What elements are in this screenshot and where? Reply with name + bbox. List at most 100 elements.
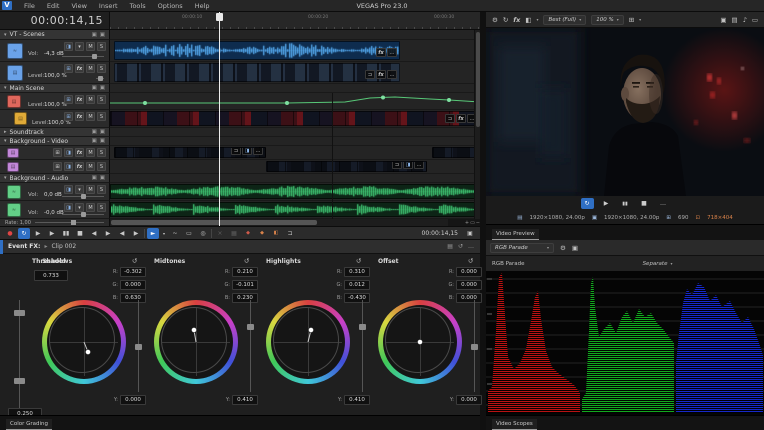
track-header-bg-audio-1[interactable]: ≈ Vol: 0,0 dB ◨ ▾ M S <box>0 183 110 201</box>
auto-ripple-button[interactable]: ▦ <box>228 228 240 239</box>
mute-button[interactable]: M <box>86 162 95 171</box>
copy-snapshot-icon[interactable]: ▣ <box>720 16 726 24</box>
color-wheel[interactable] <box>378 300 462 384</box>
lane-main-video[interactable]: ⊐fx… <box>110 110 480 128</box>
menu-item[interactable]: Options <box>152 2 189 10</box>
video-event-bg2[interactable]: ⊐◨… <box>266 161 427 172</box>
preview-quality-select[interactable]: Best (Full)▾ <box>543 15 586 25</box>
menu-item[interactable]: Tools <box>124 2 152 10</box>
group-icon-a[interactable]: ▣ <box>92 85 97 91</box>
timeline-horizontal-scrollbar[interactable] <box>110 219 448 226</box>
compositing-icon[interactable]: ◨ <box>64 148 73 157</box>
group-icon-b[interactable]: ▣ <box>100 175 105 181</box>
event-link-icon[interactable]: ◨ <box>403 161 413 169</box>
group-icon-a[interactable]: ▣ <box>92 129 97 135</box>
audio-icon[interactable]: ♪ <box>743 16 747 24</box>
lane-group-vt[interactable] <box>110 30 480 40</box>
pause-button[interactable]: ▮▮ <box>60 228 72 239</box>
track-fx-button[interactable]: fx <box>75 95 84 104</box>
edit-tool-dropdown[interactable]: ▾ <box>161 228 167 239</box>
collapse-icon[interactable]: ▾ <box>4 85 7 91</box>
event-trim-icon[interactable]: ⊐ <box>365 70 375 79</box>
preview-loop-icon[interactable]: ↻ <box>503 16 508 24</box>
audio-event-vt[interactable]: fx… <box>114 41 400 60</box>
preview-stop-button[interactable]: ■ <box>638 198 651 209</box>
scope-mode-select[interactable]: Separate▾ <box>643 261 673 267</box>
marker-orange-button[interactable]: ◆ <box>256 228 268 239</box>
delete-button[interactable]: × <box>214 228 226 239</box>
red-value[interactable]: 0.210 <box>232 267 258 277</box>
scope-layout-icon[interactable]: ▣ <box>572 244 578 252</box>
collapse-icon[interactable]: ▾ <box>4 138 7 144</box>
separator[interactable] <box>144 229 145 238</box>
mute-button[interactable]: M <box>86 95 95 104</box>
mute-button[interactable]: M <box>86 112 95 121</box>
compositing-icon[interactable]: ◨ <box>64 162 73 171</box>
track-group-vt-scenes[interactable]: ▾ VT - Scenes ▣▣ <box>0 30 110 40</box>
collapse-icon[interactable]: ▸ <box>4 129 7 135</box>
event-more-icon[interactable]: … <box>253 147 263 155</box>
zoom-in-icon[interactable]: + <box>465 220 469 226</box>
preview-loop-button[interactable]: ↻ <box>581 198 594 209</box>
mute-button[interactable]: M <box>86 64 95 73</box>
tab-video-scopes[interactable]: Video Scopes <box>492 419 537 430</box>
solo-button[interactable]: S <box>97 95 106 104</box>
preview-pause-button[interactable]: ▮▮ <box>619 198 632 209</box>
track-group-bg-audio[interactable]: ▾ Background - Audio ▣▣ <box>0 174 110 183</box>
solo-button[interactable]: S <box>97 112 106 121</box>
audio-event-bg1[interactable] <box>110 184 480 199</box>
lane-group-soundtrack[interactable] <box>110 128 480 137</box>
event-trim-icon[interactable]: ⊐ <box>231 147 241 155</box>
bus-icon[interactable]: ◨ <box>64 203 73 212</box>
group-icon-b[interactable]: ▣ <box>100 129 105 135</box>
playhead-cursor[interactable] <box>219 12 220 226</box>
event-more-icon[interactable]: … <box>387 70 397 79</box>
lane-vt-audio[interactable]: fx… <box>110 40 480 62</box>
split-screen-dropdown[interactable]: ▾ <box>536 17 538 22</box>
red-value[interactable]: 0.000 <box>456 267 482 277</box>
luma-value[interactable]: 0.410 <box>344 395 370 405</box>
auto-icon[interactable]: ⊞ <box>53 162 62 171</box>
timecode-options-icon[interactable]: ▣ <box>464 228 476 239</box>
menu-item[interactable]: Insert <box>93 2 124 10</box>
tab-color-grading[interactable]: Color Grading <box>6 419 52 430</box>
track-color-box[interactable]: ≈ <box>7 203 21 217</box>
threshold-handle-high[interactable] <box>14 310 25 316</box>
auto-icon[interactable]: ⊞ <box>53 148 62 157</box>
scope-settings-icon[interactable]: ⚙ <box>560 244 566 252</box>
video-fx-icon[interactable]: fx <box>513 16 520 24</box>
solo-button[interactable]: S <box>97 148 106 157</box>
envelope-edit-tool-button[interactable]: ~ <box>169 228 181 239</box>
group-icon-b[interactable]: ▣ <box>100 85 105 91</box>
rate-slider-handle[interactable] <box>71 220 76 225</box>
track-color-box[interactable]: ▤ <box>14 112 27 125</box>
split-screen-icon[interactable]: ◧ <box>525 16 531 24</box>
track-group-bg-video[interactable]: ▾ Background - Video ▣▣ <box>0 137 110 146</box>
track-color-box[interactable]: ≈ <box>7 43 23 59</box>
event-fx-icon[interactable]: fx <box>376 70 386 79</box>
group-icon-a[interactable]: ▣ <box>92 175 97 181</box>
normal-edit-tool-button[interactable]: ► <box>147 228 159 239</box>
plugin-chain-icon[interactable]: ▤ <box>447 243 453 250</box>
zoom-edit-tool-button[interactable]: ◎ <box>197 228 209 239</box>
luma-value[interactable]: 0.000 <box>120 395 146 405</box>
compositing-icon[interactable]: ⊞ <box>64 64 73 73</box>
track-header-main-red[interactable]: ▤ Level: 100,0 % ⊞ fx M S <box>0 93 110 110</box>
event-link-icon[interactable]: ◨ <box>242 147 252 155</box>
track-color-box[interactable]: ▤ <box>7 162 19 172</box>
mute-button[interactable]: M <box>86 42 95 51</box>
lane-bg-video-2[interactable]: ⊐◨… <box>110 160 480 174</box>
selection-edit-tool-button[interactable]: ▭ <box>183 228 195 239</box>
event-trim-icon[interactable]: ⊐ <box>392 161 402 169</box>
menu-item[interactable]: Help <box>189 2 216 10</box>
reset-icon[interactable]: ↺ <box>244 257 249 265</box>
track-header-vt-audio[interactable]: ≈ Vol: -4,3 dB ◨ ▾ M S <box>0 40 110 62</box>
grid-overlay-dropdown[interactable]: ▾ <box>639 17 641 22</box>
app-logo[interactable]: V <box>2 1 12 10</box>
threshold-slider[interactable] <box>19 300 20 408</box>
track-header-bg-video-1[interactable]: ▤ ⊞ ◨ fx M S <box>0 146 110 160</box>
menu-item[interactable]: File <box>18 2 41 10</box>
lane-group-bg-audio[interactable] <box>110 174 480 183</box>
play-from-start-button[interactable]: ▶ <box>32 228 44 239</box>
audio-event-bg2[interactable] <box>110 202 480 217</box>
